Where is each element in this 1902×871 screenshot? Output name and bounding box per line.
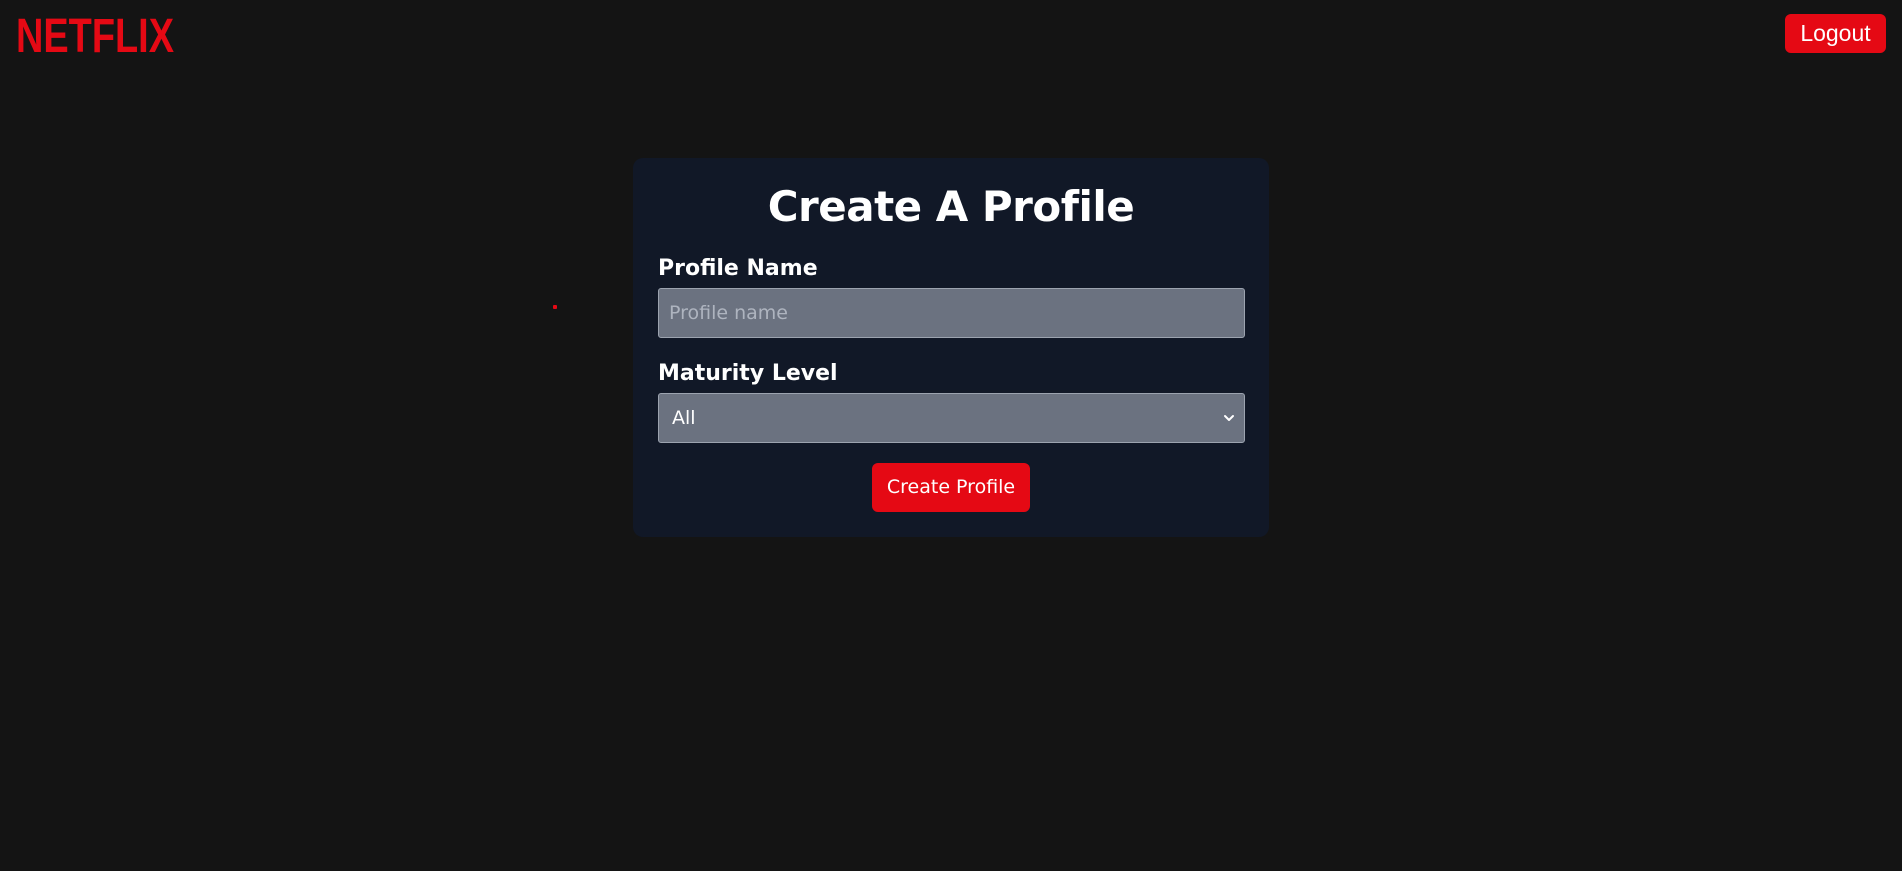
profile-name-label: Profile Name bbox=[658, 256, 818, 281]
netflix-logo[interactable]: NETFLIX bbox=[16, 8, 174, 58]
profile-name-input[interactable] bbox=[658, 288, 1245, 338]
maturity-level-select[interactable]: All bbox=[658, 393, 1245, 443]
maturity-level-selected-value: All bbox=[672, 407, 696, 429]
page: NETFLIX Logout Create A Profile Profile … bbox=[0, 0, 1902, 871]
chevron-down-icon bbox=[1224, 415, 1234, 421]
netflix-logo-icon: NETFLIX bbox=[16, 10, 174, 58]
logout-button[interactable]: Logout bbox=[1785, 14, 1886, 53]
logo-text: NETFLIX bbox=[16, 10, 174, 58]
create-profile-card: Create A Profile Profile Name Maturity L… bbox=[633, 158, 1269, 537]
create-profile-button[interactable]: Create Profile bbox=[872, 463, 1030, 512]
maturity-level-label: Maturity Level bbox=[658, 361, 838, 386]
decorative-dot bbox=[553, 305, 557, 309]
page-title: Create A Profile bbox=[767, 182, 1135, 231]
